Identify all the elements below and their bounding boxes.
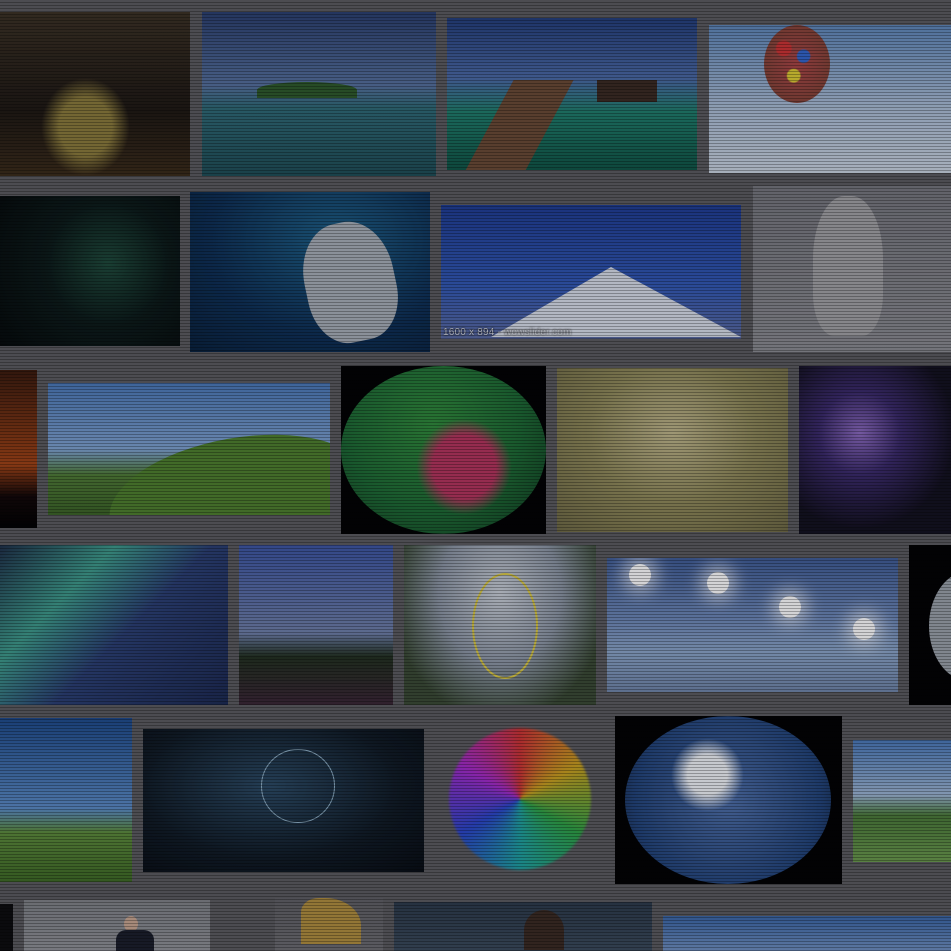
result-thumbnail-aurora[interactable] <box>0 545 228 705</box>
result-thumbnail-stars[interactable] <box>0 196 180 346</box>
result-thumbnail-suns[interactable] <box>607 558 898 692</box>
result-thumbnail-hill[interactable] <box>48 383 330 515</box>
result-thumbnail-circled-figure[interactable] <box>404 545 596 705</box>
result-thumbnail-swallows[interactable] <box>557 368 788 532</box>
image-size-caption: 1600 x 894 - wowslider.com <box>443 327 572 338</box>
result-thumbnail-sky[interactable] <box>663 916 951 951</box>
result-thumbnail-man[interactable] <box>24 900 210 951</box>
swallows-image <box>557 368 788 532</box>
bird-image <box>0 12 190 176</box>
result-thumbnail-bubble[interactable] <box>143 729 424 872</box>
image-results-grid: 1600 x 894 - wowslider.com <box>0 0 951 951</box>
result-thumbnail-fox[interactable] <box>275 898 383 951</box>
result-thumbnail-forest[interactable] <box>239 545 393 705</box>
sunset-image <box>0 370 37 528</box>
starfield-image <box>0 196 180 346</box>
result-thumbnail-bird[interactable] <box>0 12 190 176</box>
result-thumbnail-nebula[interactable] <box>799 366 951 534</box>
nebula-image <box>799 366 951 534</box>
result-thumbnail-rain[interactable] <box>394 902 652 951</box>
result-thumbnail-balloon[interactable] <box>709 25 951 173</box>
result-thumbnail-dark[interactable] <box>0 904 13 951</box>
result-thumbnail-trees[interactable] <box>853 740 951 862</box>
forest-dusk-image <box>239 545 393 705</box>
blue-sky-image <box>663 916 951 951</box>
result-thumbnail-color-wheel[interactable] <box>435 720 605 882</box>
result-thumbnail-moon[interactable] <box>909 545 951 705</box>
result-thumbnail-mountain[interactable]: 1600 x 894 - wowslider.com <box>441 205 741 339</box>
result-thumbnail-pier[interactable] <box>447 18 697 170</box>
dark-image <box>0 904 13 951</box>
aurora-image <box>0 545 228 705</box>
result-thumbnail-shark[interactable] <box>190 192 430 352</box>
result-thumbnail-earth[interactable] <box>615 716 842 884</box>
result-thumbnail-sunset[interactable] <box>0 370 37 528</box>
result-thumbnail-globe[interactable] <box>341 366 546 534</box>
result-thumbnail-field[interactable] <box>0 718 132 882</box>
result-thumbnail-island[interactable] <box>202 12 436 176</box>
result-thumbnail-cat[interactable] <box>753 186 951 352</box>
green-field-image <box>0 718 132 882</box>
balloon-house-image <box>709 25 951 173</box>
tree-meadow-image <box>853 740 951 862</box>
rainy-portrait-image <box>394 902 652 951</box>
